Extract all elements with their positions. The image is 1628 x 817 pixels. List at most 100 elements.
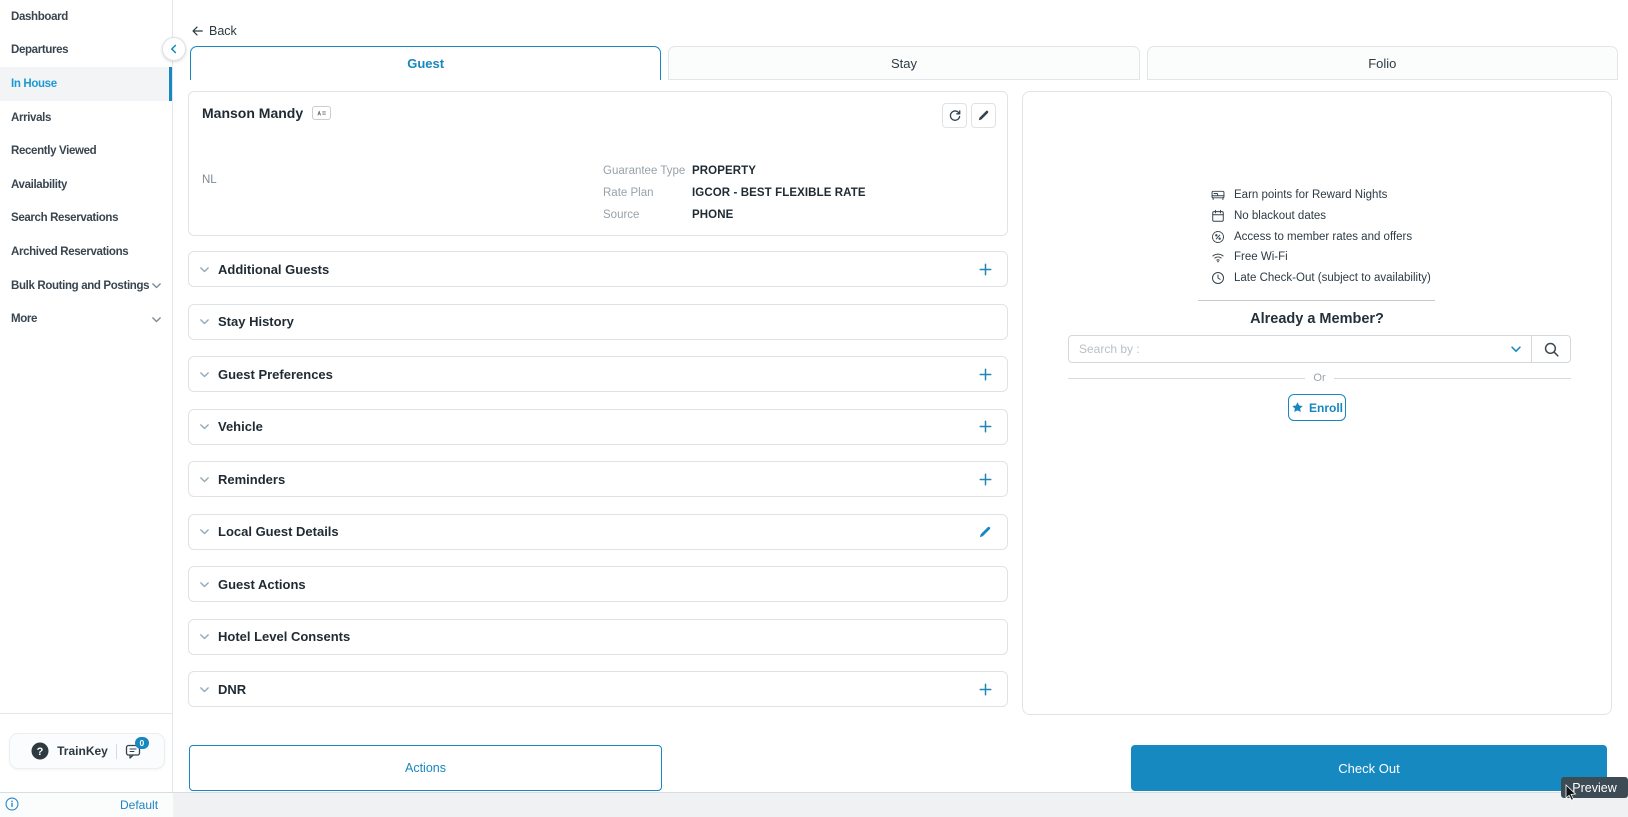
member-search-input[interactable] [1069, 336, 1509, 362]
sidebar-item-label: In House [11, 78, 57, 90]
chat-badge: 0 [135, 737, 149, 749]
accordion-dnr[interactable]: DNR [188, 671, 1008, 707]
check-out-button[interactable]: Check Out [1131, 745, 1607, 791]
wifi-icon [1211, 250, 1225, 264]
sidebar-item-label: Search Reservations [11, 212, 118, 224]
sidebar-item-archived-reservations[interactable]: Archived Reservations [0, 235, 172, 269]
add-button[interactable] [976, 680, 994, 698]
sidebar-nav: Dashboard Departures In House Arrivals Recen… [0, 0, 172, 336]
benefit-text: Free Wi-Fi [1234, 251, 1288, 263]
or-divider: Or [1068, 372, 1571, 384]
sidebar-item-search-reservations[interactable]: Search Reservations [0, 202, 172, 236]
guest-card-actions [942, 103, 996, 128]
sidebar-collapse-button[interactable] [162, 37, 186, 61]
accordion-additional-guests[interactable]: Additional Guests [188, 251, 1008, 287]
bed-icon [1211, 188, 1225, 202]
sidebar-bottom-section: ? TrainKey 0 [0, 713, 172, 793]
member-search-button[interactable] [1532, 336, 1570, 362]
sidebar-item-label: Arrivals [11, 112, 51, 124]
benefit-item: Free Wi-Fi [1211, 247, 1431, 268]
add-button[interactable] [976, 365, 994, 383]
field-value: IGCOR - BEST FLEXIBLE RATE [692, 187, 866, 199]
tab-folio[interactable]: Folio [1147, 46, 1618, 80]
field-label: Guarantee Type [603, 165, 692, 177]
chevron-down-icon [198, 525, 211, 538]
sidebar-item-more[interactable]: More [0, 302, 172, 336]
benefit-item: Earn points for Reward Nights [1211, 185, 1431, 206]
question-circle-icon: ? [31, 742, 49, 760]
chevron-down-icon [198, 630, 211, 643]
field-label: Rate Plan [603, 187, 692, 199]
benefit-text: Late Check-Out (subject to availability) [1234, 272, 1431, 284]
accordion-guest-actions[interactable]: Guest Actions [188, 566, 1008, 602]
sidebar-item-label: Bulk Routing and Postings [11, 280, 149, 292]
chevron-down-icon [198, 683, 211, 696]
field-label: Source [603, 209, 692, 221]
accordion-reminders[interactable]: Reminders [188, 461, 1008, 497]
edit-button[interactable] [976, 523, 994, 541]
trainkey-widget[interactable]: ? TrainKey 0 [9, 733, 165, 769]
refresh-button[interactable] [942, 103, 967, 128]
benefit-text: Access to member rates and offers [1234, 231, 1412, 243]
enroll-label: Enroll [1309, 401, 1343, 415]
benefit-item: Late Check-Out (subject to availability) [1211, 268, 1431, 289]
back-label: Back [209, 24, 237, 38]
search-by-dropdown[interactable] [1509, 336, 1531, 362]
sidebar-item-recently-viewed[interactable]: Recently Viewed [0, 134, 172, 168]
guest-field-guarantee-type: Guarantee TypePROPERTY [603, 160, 866, 182]
tab-stay[interactable]: Stay [668, 46, 1139, 80]
chevron-down-icon [198, 473, 211, 486]
guest-info-card: Manson Mandy NL Guarantee TypePROPERTYRa… [188, 91, 1008, 236]
accordion-title: Local Guest Details [218, 524, 339, 539]
edit-guest-button[interactable] [971, 103, 996, 128]
info-icon[interactable] [5, 797, 19, 811]
guest-field-rate-plan: Rate PlanIGCOR - BEST FLEXIBLE RATE [603, 182, 866, 204]
divider [1198, 300, 1435, 301]
sidebar-item-bulk-routing-and-postings[interactable]: Bulk Routing and Postings [0, 269, 172, 303]
sidebar-item-arrivals[interactable]: Arrivals [0, 101, 172, 135]
default-theme-link[interactable]: Default [120, 798, 158, 812]
chevron-down-icon [150, 313, 163, 326]
accordion-stay-history[interactable]: Stay History [188, 304, 1008, 340]
calendar-icon [1211, 209, 1225, 223]
accordion-local-guest-details[interactable]: Local Guest Details [188, 514, 1008, 550]
tab-guest[interactable]: Guest [190, 46, 661, 80]
sidebar-item-dashboard[interactable]: Dashboard [0, 0, 172, 34]
actions-button[interactable]: Actions [189, 745, 662, 791]
add-button[interactable] [976, 418, 994, 436]
sidebar-item-label: Dashboard [11, 11, 68, 23]
contact-card-icon[interactable] [312, 106, 331, 120]
field-value: PHONE [692, 209, 733, 221]
add-button[interactable] [976, 470, 994, 488]
benefit-item: No blackout dates [1211, 206, 1431, 227]
star-icon [1291, 401, 1304, 414]
footer-bar: Default [0, 792, 1628, 817]
svg-text:?: ? [37, 746, 44, 758]
chevron-left-icon [167, 42, 181, 56]
chevron-down-icon [150, 279, 163, 292]
divider [116, 744, 117, 759]
accordion-title: DNR [218, 682, 246, 697]
accordion-guest-preferences[interactable]: Guest Preferences [188, 356, 1008, 392]
chevron-down-icon [1509, 342, 1523, 356]
or-label: Or [1313, 372, 1325, 384]
sidebar-item-departures[interactable]: Departures [0, 34, 172, 68]
enroll-button[interactable]: Enroll [1288, 394, 1346, 421]
tab-bar: GuestStayFolio [190, 46, 1618, 80]
accordion-vehicle[interactable]: Vehicle [188, 409, 1008, 445]
refresh-icon [948, 109, 962, 123]
pencil-icon [977, 109, 990, 122]
chat-button[interactable]: 0 [125, 742, 143, 760]
already-member-heading: Already a Member? [1023, 311, 1611, 327]
field-value: PROPERTY [692, 165, 756, 177]
sidebar-item-availability[interactable]: Availability [0, 168, 172, 202]
accordion-title: Vehicle [218, 419, 263, 434]
sidebar-item-in-house[interactable]: In House [0, 67, 172, 101]
back-button[interactable]: Back [190, 24, 237, 38]
accordion-hotel-level-consents[interactable]: Hotel Level Consents [188, 619, 1008, 655]
sidebar-item-label: Recently Viewed [11, 145, 96, 157]
guest-fields: Guarantee TypePROPERTYRate PlanIGCOR - B… [603, 160, 866, 226]
chevron-down-icon [198, 263, 211, 276]
guest-field-source: SourcePHONE [603, 204, 866, 226]
add-button[interactable] [976, 260, 994, 278]
